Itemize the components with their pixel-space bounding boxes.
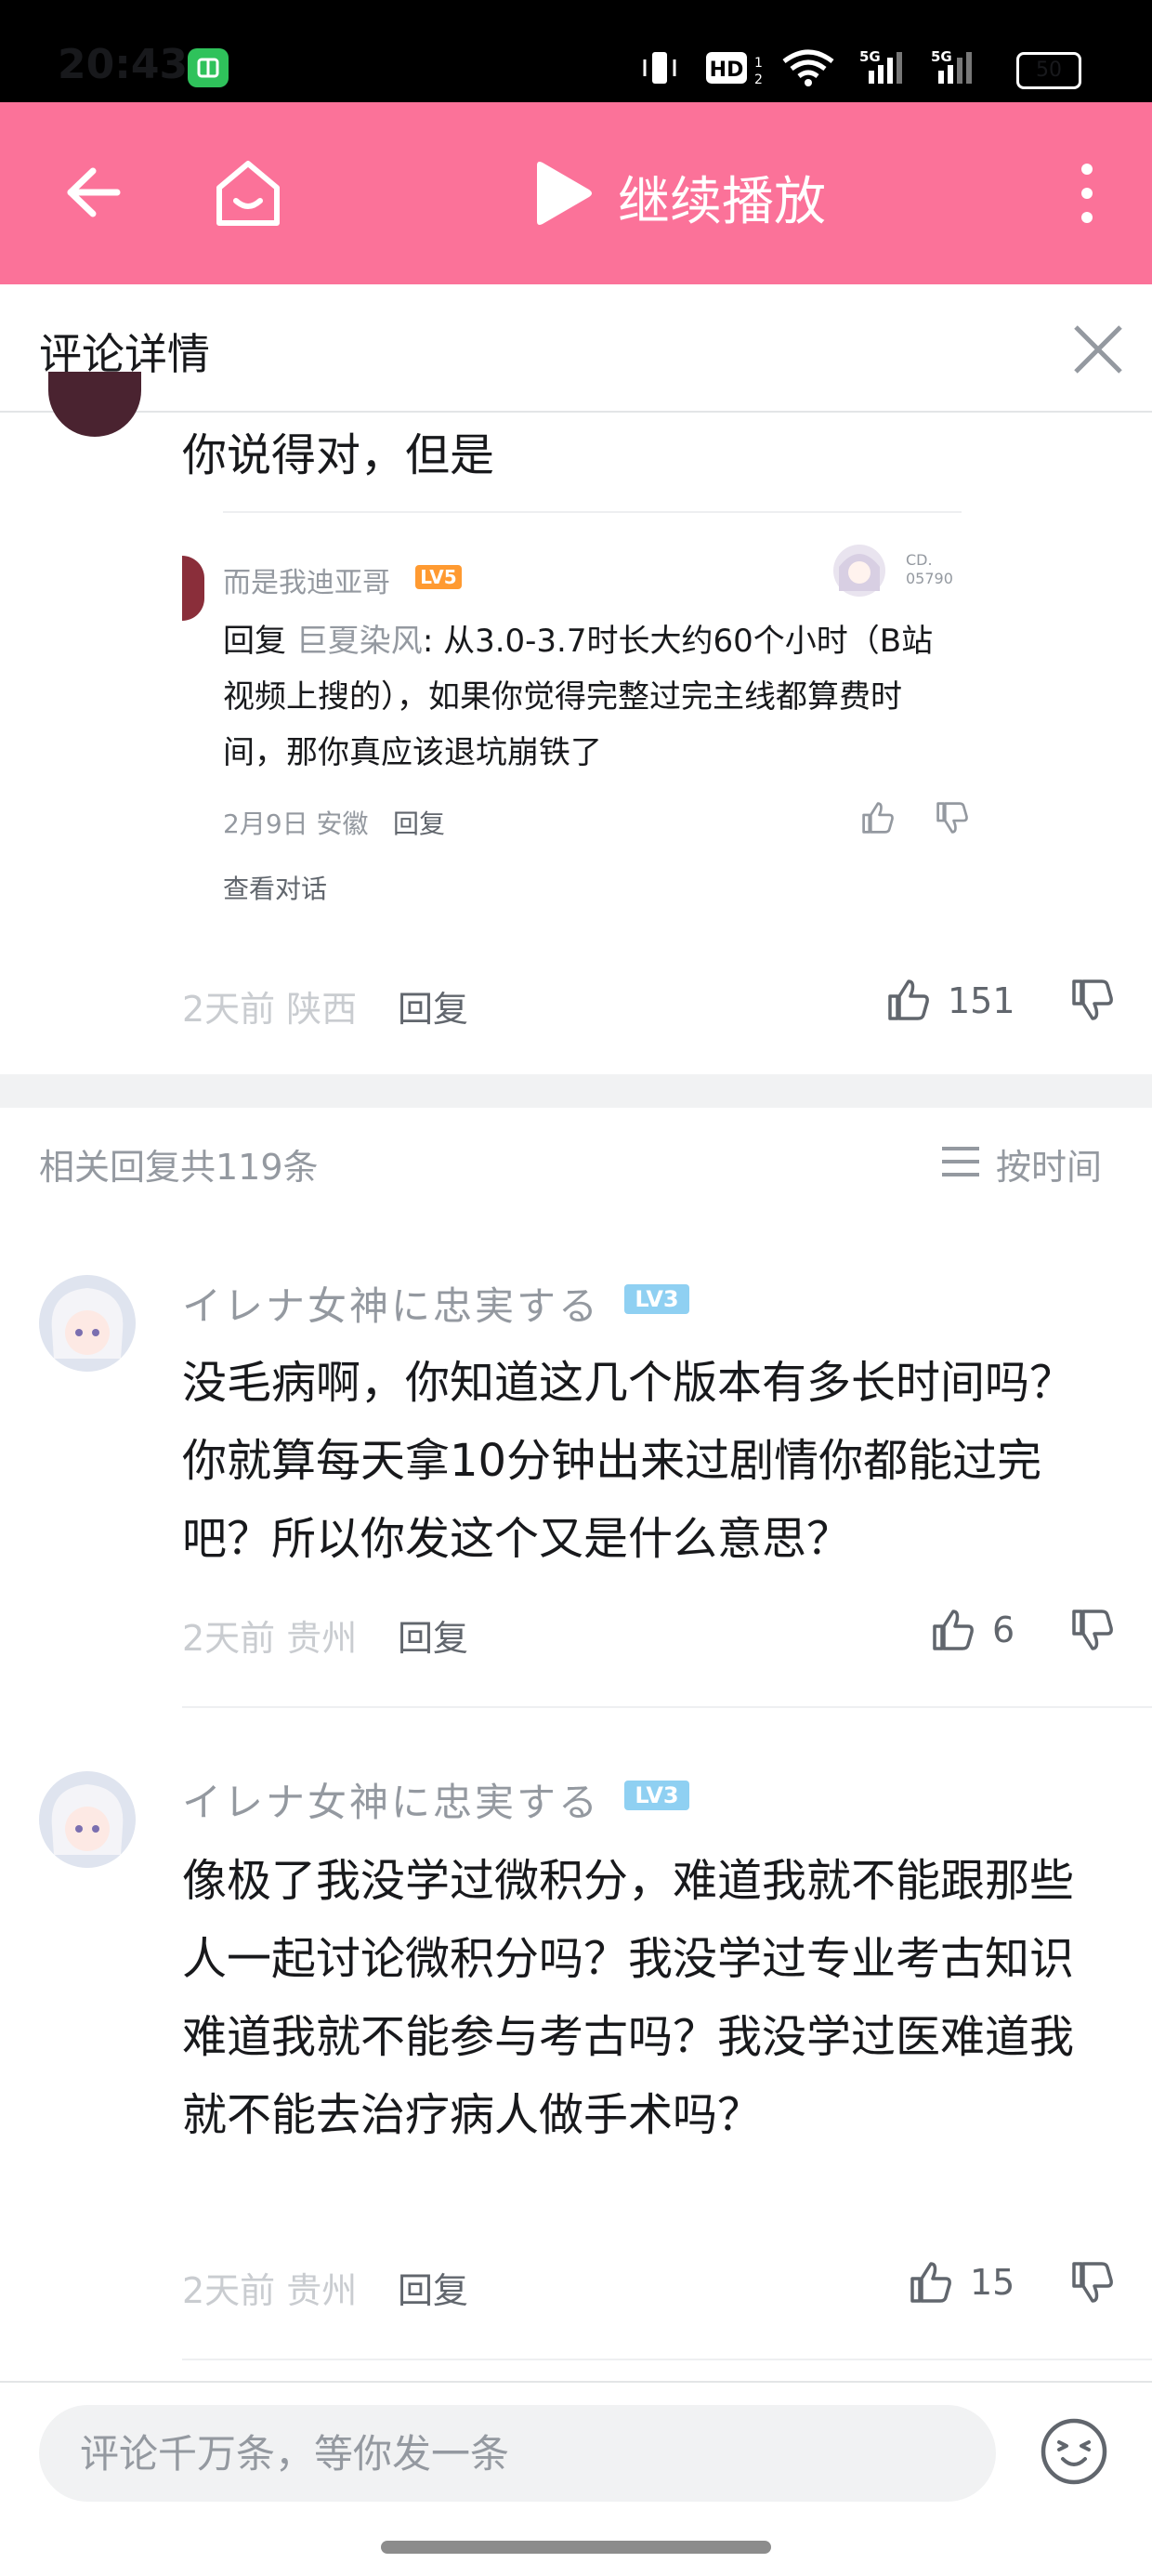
thumbs-up-icon[interactable]	[884, 976, 933, 1024]
close-icon[interactable]	[1068, 320, 1128, 379]
signal-2-icon: 5G	[929, 48, 994, 87]
thumbs-down-icon[interactable]	[1068, 976, 1117, 1024]
sort-by-time-button[interactable]: 按时间	[996, 1138, 1102, 1189]
quote-reply-button[interactable]: 回复	[393, 804, 445, 841]
svg-text:05790: 05790	[906, 570, 953, 587]
thumbs-down-icon[interactable]	[1068, 2258, 1117, 2307]
reply-button[interactable]: 回复	[398, 980, 468, 1032]
reply-username[interactable]: イレナ女神に忠実する	[182, 1275, 600, 1332]
svg-text:HD: HD	[710, 59, 744, 82]
mention-link[interactable]: 巨夏染风	[296, 623, 423, 660]
svg-text:1: 1	[754, 56, 762, 71]
thumbs-up-icon[interactable]	[907, 2258, 955, 2307]
avatar[interactable]	[39, 1771, 136, 1868]
status-time: 20:43	[58, 41, 189, 88]
reply-text: 像极了我没学过微积分，难道我就不能跟那些人一起讨论微积分吗？我没学过专业考古知识…	[182, 1855, 1075, 2141]
continue-play-button[interactable]: 继续播放	[618, 160, 826, 235]
reply-divider	[182, 2359, 1152, 2360]
reply-button[interactable]: 回复	[398, 2262, 468, 2313]
view-conversation-link[interactable]: 查看对话	[223, 869, 327, 906]
comment-input[interactable]	[39, 2405, 996, 2502]
reply-button[interactable]: 回复	[398, 1610, 468, 1661]
level-badge: LV3	[624, 1781, 689, 1810]
hd-icon: HD 1 2	[706, 48, 763, 87]
thumbs-down-icon[interactable]	[934, 799, 971, 836]
reply-username[interactable]: イレナ女神に忠実する	[182, 1771, 600, 1828]
svg-text:5G: 5G	[859, 48, 881, 65]
fan-badge-decoration: CD. 05790	[831, 539, 966, 602]
comment-text: 你说得对，但是	[182, 429, 495, 481]
home-icon[interactable]	[212, 158, 284, 229]
play-icon[interactable]	[530, 160, 595, 227]
thumbs-down-icon[interactable]	[1068, 1606, 1117, 1654]
section-divider	[0, 1074, 1152, 1108]
signal-1-icon: 5G	[841, 48, 906, 87]
reply-prefix: 回复	[223, 623, 286, 660]
battery-indicator: 50	[1016, 52, 1081, 89]
reply-meta: 2天前 贵州	[182, 2270, 358, 2311]
more-vertical-icon[interactable]	[1068, 160, 1106, 227]
quote-meta: 2月9日 安徽	[223, 808, 369, 839]
like-count: 151	[948, 980, 1015, 1021]
header-divider	[0, 411, 1152, 413]
reply-text: 没毛病啊，你知道这几个版本有多长时间吗？你就算每天拿10分钟出来过剧情你都能过完…	[182, 1357, 1075, 1565]
svg-text:2: 2	[754, 72, 762, 87]
vibrate-icon	[641, 48, 678, 87]
back-arrow-icon[interactable]	[59, 160, 124, 225]
reply-divider	[182, 1706, 1152, 1708]
home-indicator[interactable]	[381, 2541, 771, 2554]
app-notification-icon	[188, 48, 229, 87]
svg-text:5G: 5G	[931, 48, 952, 65]
quote-divider	[223, 511, 962, 513]
bottom-divider	[0, 2381, 1152, 2383]
thumbs-up-icon[interactable]	[929, 1606, 977, 1654]
quote-username[interactable]: 而是我迪亚哥	[223, 559, 390, 600]
related-replies-count: 相关回复共119条	[39, 1147, 319, 1188]
like-count: 15	[970, 2262, 1015, 2303]
emoji-icon[interactable]	[1039, 2416, 1109, 2487]
level-badge: LV5	[415, 565, 462, 589]
like-count: 6	[992, 1610, 1015, 1650]
level-badge: LV3	[624, 1284, 689, 1314]
wifi-icon	[780, 48, 836, 87]
thumbs-up-icon[interactable]	[859, 799, 897, 836]
comment-meta: 2天前 陕西	[182, 989, 358, 1030]
quote-avatar[interactable]	[182, 556, 204, 621]
avatar[interactable]	[48, 372, 141, 437]
quote-body: 回复 巨夏染风: 从3.0-3.7时长大约60个小时（B站视频上搜的），如果你觉…	[223, 613, 962, 781]
svg-text:CD.: CD.	[906, 551, 933, 569]
sort-lines-icon[interactable]	[940, 1143, 981, 1180]
avatar[interactable]	[39, 1275, 136, 1372]
reply-meta: 2天前 贵州	[182, 1618, 358, 1659]
